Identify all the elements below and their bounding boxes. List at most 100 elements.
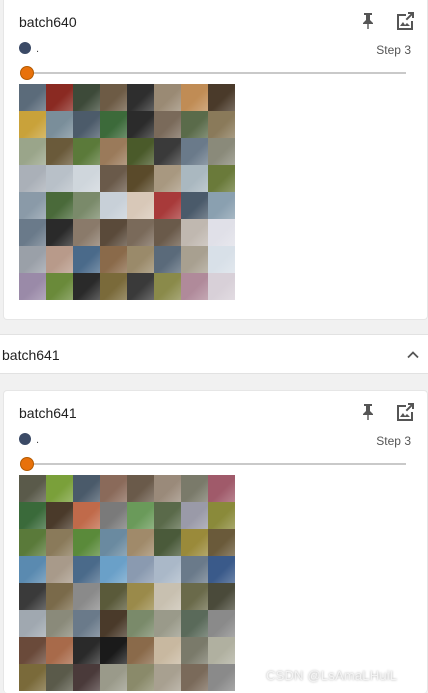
image-thumbnail	[127, 84, 154, 111]
image-thumbnail	[208, 192, 235, 219]
image-thumbnail	[73, 556, 100, 583]
image-thumbnail	[100, 165, 127, 192]
image-thumbnail	[19, 583, 46, 610]
image-thumbnail	[127, 165, 154, 192]
image-thumbnail	[181, 192, 208, 219]
image-thumbnail	[19, 556, 46, 583]
image-thumbnail	[154, 219, 181, 246]
image-batch-grid	[19, 84, 235, 300]
image-thumbnail	[208, 273, 235, 300]
section-title: batch641	[2, 347, 60, 363]
step-label: Step 3	[376, 434, 411, 448]
step-label: Step 3	[376, 43, 411, 57]
image-thumbnail	[100, 475, 127, 502]
image-thumbnail	[154, 165, 181, 192]
image-thumbnail	[181, 138, 208, 165]
image-thumbnail	[208, 610, 235, 637]
image-thumbnail	[208, 475, 235, 502]
image-thumbnail	[46, 138, 73, 165]
image-thumbnail	[73, 273, 100, 300]
image-thumbnail	[127, 610, 154, 637]
image-thumbnail	[100, 192, 127, 219]
image-thumbnail	[208, 637, 235, 664]
image-thumbnail	[181, 502, 208, 529]
image-thumbnail	[73, 637, 100, 664]
image-thumbnail	[73, 610, 100, 637]
step-slider-track[interactable]	[26, 463, 406, 465]
image-thumbnail	[73, 219, 100, 246]
step-slider-thumb[interactable]	[20, 457, 34, 471]
image-thumbnail	[154, 84, 181, 111]
image-thumbnail	[208, 556, 235, 583]
image-thumbnail	[46, 583, 73, 610]
image-thumbnail	[100, 111, 127, 138]
pin-icon[interactable]	[360, 402, 376, 420]
image-thumbnail	[127, 664, 154, 691]
image-thumbnail	[19, 111, 46, 138]
image-thumbnail	[154, 529, 181, 556]
image-thumbnail	[154, 138, 181, 165]
run-label: .	[36, 434, 40, 446]
image-thumbnail	[100, 610, 127, 637]
image-thumbnail	[46, 529, 73, 556]
image-thumbnail	[208, 664, 235, 691]
image-thumbnail	[154, 111, 181, 138]
image-thumbnail	[46, 165, 73, 192]
image-thumbnail	[19, 165, 46, 192]
image-thumbnail	[100, 219, 127, 246]
image-thumbnail	[181, 111, 208, 138]
image-thumbnail	[73, 475, 100, 502]
image-thumbnail	[100, 664, 127, 691]
image-thumbnail	[127, 219, 154, 246]
image-thumbnail	[19, 529, 46, 556]
watermark-text: CSDN @LsAmaLHuiL	[266, 668, 398, 683]
image-thumbnail	[127, 246, 154, 273]
image-thumbnail	[73, 246, 100, 273]
image-thumbnail	[73, 502, 100, 529]
image-thumbnail	[181, 84, 208, 111]
image-thumbnail	[46, 502, 73, 529]
image-thumbnail	[154, 192, 181, 219]
step-slider-thumb[interactable]	[20, 66, 34, 80]
image-thumbnail	[46, 475, 73, 502]
image-thumbnail	[154, 246, 181, 273]
step-slider-track[interactable]	[26, 72, 406, 74]
card-title: batch640	[19, 14, 77, 30]
image-thumbnail	[73, 529, 100, 556]
card-title: batch641	[19, 405, 77, 421]
image-thumbnail	[19, 502, 46, 529]
image-thumbnail	[19, 610, 46, 637]
image-thumbnail	[181, 246, 208, 273]
run-label: .	[36, 43, 40, 55]
image-thumbnail	[73, 192, 100, 219]
image-thumbnail	[181, 583, 208, 610]
image-thumbnail	[154, 664, 181, 691]
image-thumbnail	[100, 583, 127, 610]
image-thumbnail	[127, 273, 154, 300]
section-header-batch641[interactable]: batch641	[0, 334, 428, 374]
image-thumbnail	[181, 556, 208, 583]
image-thumbnail	[181, 664, 208, 691]
expand-image-icon[interactable]	[394, 401, 416, 423]
image-thumbnail	[100, 502, 127, 529]
image-card-batch640: batch640 . Step 3	[3, 0, 428, 320]
expand-image-icon[interactable]	[394, 10, 416, 32]
image-thumbnail	[127, 502, 154, 529]
image-thumbnail	[19, 192, 46, 219]
image-thumbnail	[154, 583, 181, 610]
image-thumbnail	[73, 165, 100, 192]
image-thumbnail	[208, 165, 235, 192]
image-thumbnail	[100, 637, 127, 664]
image-thumbnail	[73, 138, 100, 165]
image-thumbnail	[127, 475, 154, 502]
image-thumbnail	[19, 246, 46, 273]
pin-icon[interactable]	[360, 11, 376, 29]
image-thumbnail	[154, 273, 181, 300]
image-thumbnail	[46, 219, 73, 246]
image-thumbnail	[154, 610, 181, 637]
chevron-up-icon[interactable]	[405, 347, 421, 363]
image-thumbnail	[127, 556, 154, 583]
image-thumbnail	[73, 664, 100, 691]
image-thumbnail	[154, 556, 181, 583]
image-batch-grid	[19, 475, 235, 691]
